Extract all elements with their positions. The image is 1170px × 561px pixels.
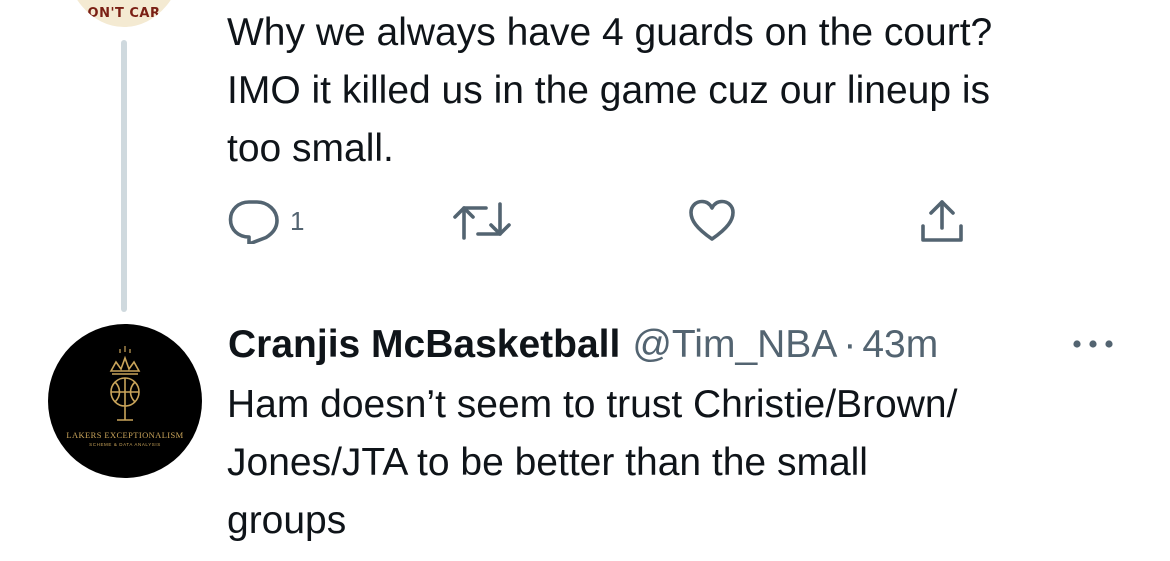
crowned-basketball-microphone-icon — [109, 346, 141, 421]
avatar-brand-text: LAKERS EXCEPTIONALISM — [66, 430, 184, 440]
parent-tweet-text: Why we always have 4 guards on the court… — [227, 11, 993, 170]
reply-button[interactable]: 1 — [228, 196, 304, 246]
avatar-sub-text: SCHEME & DATA ANALYSIS — [89, 442, 161, 447]
reply-icon — [228, 198, 280, 244]
retweet-button[interactable] — [452, 196, 512, 246]
share-button[interactable] — [918, 196, 966, 246]
display-name[interactable]: Cranjis McBasketball — [228, 323, 620, 367]
more-horizontal-icon — [1071, 337, 1115, 355]
thread-connector-line — [121, 40, 127, 312]
more-options-button[interactable] — [1068, 333, 1118, 359]
parent-avatar[interactable]: ON'T CAR — [64, 0, 184, 27]
reply-tweet-header: Cranjis McBasketball @Tim_NBA · 43m — [228, 318, 1128, 372]
parent-tweet-actions: 1 — [228, 196, 988, 246]
heart-icon — [688, 199, 736, 243]
user-handle[interactable]: @Tim_NBA — [632, 323, 837, 367]
reply-tweet-text: Ham doesn’t seem to trust Christie/Brown… — [227, 383, 958, 542]
reply-count: 1 — [290, 205, 305, 236]
reply-avatar[interactable]: LAKERS EXCEPTIONALISM SCHEME & DATA ANAL… — [48, 324, 202, 478]
share-icon — [918, 198, 966, 244]
like-button[interactable] — [688, 196, 736, 246]
separator-dot: · — [843, 323, 857, 366]
timestamp[interactable]: 43m — [862, 323, 938, 367]
parent-avatar-text: ON'T CAR — [87, 6, 161, 21]
retweet-icon — [452, 200, 512, 242]
